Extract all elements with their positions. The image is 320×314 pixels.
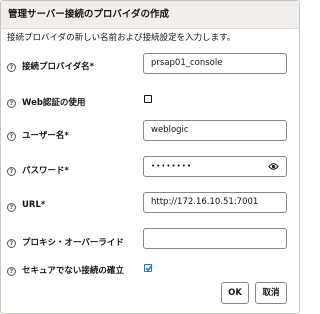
url-label: URL*	[22, 200, 46, 210]
password-value: ••••••••	[151, 162, 193, 170]
help-icon[interactable]: ?	[7, 239, 16, 248]
proxy-override-label: プロキシ・オーバーライド	[22, 238, 124, 248]
help-icon[interactable]: ?	[7, 267, 16, 276]
help-icon[interactable]: ?	[7, 167, 16, 176]
eye-icon[interactable]	[268, 162, 279, 171]
help-icon[interactable]: ?	[7, 63, 16, 72]
help-icon[interactable]: ?	[7, 203, 16, 212]
username-label: ユーザー名*	[22, 131, 69, 141]
password-label: パスワード*	[22, 166, 69, 176]
username-input[interactable]: weblogic	[143, 120, 287, 141]
dialog-title: 管理サーバー接続のプロバイダの作成	[1, 1, 299, 29]
ok-button[interactable]: OK	[221, 282, 249, 304]
web-auth-checkbox[interactable]	[144, 95, 152, 103]
cancel-button[interactable]: 取消	[255, 282, 287, 304]
url-input[interactable]: http://172.16.10.51:7001	[143, 192, 287, 213]
insecure-connection-checkbox[interactable]	[144, 264, 153, 272]
checkmark-icon	[145, 265, 153, 272]
provider-name-input[interactable]: prsap01_console	[143, 53, 287, 74]
insecure-connection-label: セキュアでない接続の確立	[22, 266, 124, 276]
dialog-description: 接続プロバイダの新しい名前および接続設定を入力します。	[7, 33, 236, 43]
proxy-override-input[interactable]	[143, 228, 287, 249]
provider-name-label: 接続プロバイダ名*	[22, 62, 95, 72]
help-icon[interactable]: ?	[7, 132, 16, 141]
create-provider-dialog: 管理サーバー接続のプロバイダの作成 接続プロバイダの新しい名前および接続設定を入…	[0, 0, 300, 314]
help-icon[interactable]: ?	[7, 99, 16, 108]
password-input[interactable]: ••••••••	[143, 156, 287, 177]
web-auth-label: Web認証の使用	[22, 98, 86, 108]
